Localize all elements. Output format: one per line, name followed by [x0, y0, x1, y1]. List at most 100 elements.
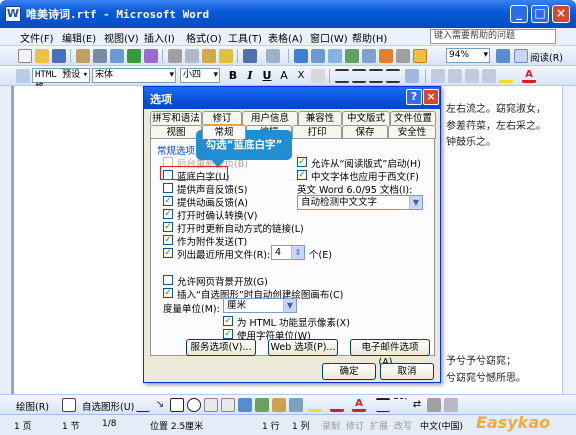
menu-file[interactable]: 文件(F): [20, 30, 54, 45]
justify-icon[interactable]: [335, 69, 349, 83]
vertical-scrollbar[interactable]: [562, 86, 576, 394]
font-size-select[interactable]: 小四: [180, 68, 220, 83]
menu-tools[interactable]: 工具(T): [228, 30, 262, 45]
recent-files-count[interactable]: 4 ⇕: [271, 245, 305, 260]
char-units-checkbox[interactable]: ✓: [223, 329, 233, 339]
tab-spelling[interactable]: 拼写和语法: [150, 111, 202, 125]
read-icon[interactable]: [514, 49, 528, 63]
cancel-button[interactable]: 取消: [380, 363, 434, 380]
open-folder-icon[interactable]: [35, 49, 49, 63]
bullets-icon[interactable]: [448, 69, 462, 83]
draw-font-color-icon[interactable]: A: [352, 398, 366, 412]
char-border-icon[interactable]: A: [277, 69, 291, 83]
arrow-icon[interactable]: ↘: [153, 398, 167, 412]
chevron-down-icon[interactable]: ▼: [409, 196, 422, 209]
line-icon[interactable]: [136, 398, 150, 412]
autoshapes-menu[interactable]: 自选图形(U): [82, 399, 134, 413]
confirm-conversion-checkbox[interactable]: ✓: [163, 209, 173, 219]
char-scale-icon[interactable]: X: [294, 69, 308, 83]
copy-icon[interactable]: [185, 49, 199, 63]
status-track[interactable]: 修订: [346, 419, 364, 432]
tab-security[interactable]: 安全性: [388, 125, 436, 139]
line-style-icon[interactable]: [376, 398, 390, 412]
send-as-attachment-checkbox[interactable]: ✓: [163, 235, 173, 245]
research-icon[interactable]: [144, 49, 158, 63]
print-preview-icon[interactable]: [110, 49, 124, 63]
tab-asian-typography[interactable]: 中文版式: [342, 111, 390, 125]
chinese-font-western-checkbox[interactable]: ✓: [297, 170, 307, 180]
menu-view[interactable]: 视图(V): [104, 30, 139, 45]
menu-help[interactable]: 帮助(H): [352, 30, 387, 45]
picture-icon[interactable]: [289, 398, 303, 412]
web-options-button[interactable]: Web 选项(P)...: [268, 339, 338, 356]
distributed-icon[interactable]: [386, 69, 400, 83]
wordart-icon[interactable]: [238, 398, 252, 412]
auto-canvas-checkbox[interactable]: ✓: [163, 288, 173, 298]
menu-edit[interactable]: 编辑(E): [62, 30, 96, 45]
diagram-icon[interactable]: [255, 398, 269, 412]
decrease-indent-icon[interactable]: [465, 69, 479, 83]
drawing-icon[interactable]: [379, 49, 393, 63]
dash-style-icon[interactable]: [393, 398, 407, 412]
minimize-button[interactable]: _: [510, 5, 528, 23]
help-search-input[interactable]: 键入需要帮助的问题: [430, 29, 556, 44]
fill-color-icon[interactable]: [308, 398, 322, 412]
line-color-icon[interactable]: [330, 398, 344, 412]
tab-view[interactable]: 视图: [150, 125, 202, 139]
chevron-down-icon[interactable]: ▼: [283, 299, 296, 312]
zoom-select[interactable]: 94%: [446, 48, 490, 63]
dialog-help-button[interactable]: ?: [406, 89, 422, 105]
menu-window[interactable]: 窗口(W): [310, 30, 348, 45]
bold-icon[interactable]: B: [226, 69, 240, 83]
highlight-icon[interactable]: [499, 69, 513, 83]
clipart-icon[interactable]: [272, 398, 286, 412]
style-select[interactable]: HTML 预设格: [32, 68, 90, 93]
arrow-style-icon[interactable]: ⇄: [410, 398, 424, 412]
email-options-button[interactable]: 电子邮件选项(A)...: [350, 339, 430, 368]
tab-track-changes[interactable]: 修订: [202, 111, 242, 125]
status-record[interactable]: 录制: [322, 419, 340, 432]
textbox-icon[interactable]: [204, 398, 218, 412]
allow-background-open-checkbox[interactable]: [163, 275, 173, 285]
columns-icon[interactable]: [362, 49, 376, 63]
dialog-close-button[interactable]: ×: [423, 89, 439, 105]
rectangle-icon[interactable]: [170, 398, 184, 412]
tab-compatibility[interactable]: 兼容性: [298, 111, 342, 125]
tab-general[interactable]: 常规: [202, 124, 246, 139]
numbering-icon[interactable]: [431, 69, 445, 83]
menu-insert[interactable]: 插入(I): [144, 30, 175, 45]
3d-icon[interactable]: [444, 398, 458, 412]
char-shading-icon[interactable]: [311, 69, 325, 83]
ok-button[interactable]: 确定: [322, 363, 376, 380]
animation-feedback-checkbox[interactable]: ✓: [163, 196, 173, 206]
print-icon[interactable]: [93, 49, 107, 63]
font-color-icon[interactable]: A: [522, 69, 536, 83]
spinner-icon[interactable]: ⇕: [291, 246, 304, 259]
cut-icon[interactable]: [168, 49, 182, 63]
font-select[interactable]: 宋体: [92, 68, 176, 83]
permission-icon[interactable]: [76, 49, 90, 63]
close-button[interactable]: ×: [552, 5, 570, 23]
measure-unit-select[interactable]: 厘米 ▼: [223, 298, 297, 313]
tab-file-locations[interactable]: 文件位置: [390, 111, 436, 125]
document-map-icon[interactable]: [396, 49, 410, 63]
shadow-icon[interactable]: [427, 398, 441, 412]
redo-icon[interactable]: [266, 49, 280, 63]
oval-icon[interactable]: [187, 398, 201, 412]
spelling-icon[interactable]: [127, 49, 141, 63]
undo-icon[interactable]: [243, 49, 257, 63]
recent-files-checkbox[interactable]: ✓: [163, 248, 173, 258]
help-icon[interactable]: [496, 49, 510, 63]
new-doc-icon[interactable]: [18, 49, 32, 63]
sound-feedback-checkbox[interactable]: [163, 183, 173, 193]
service-options-button[interactable]: 服务选项(V)...: [186, 339, 256, 356]
styles-icon[interactable]: [16, 69, 30, 83]
menu-format[interactable]: 格式(O): [186, 30, 222, 45]
word-app-icon[interactable]: W: [5, 6, 21, 22]
menu-table[interactable]: 表格(A): [268, 30, 303, 45]
format-painter-icon[interactable]: [219, 49, 233, 63]
paste-icon[interactable]: [202, 49, 216, 63]
html-pixels-checkbox[interactable]: ✓: [223, 316, 233, 326]
select-objects-icon[interactable]: [62, 398, 76, 412]
status-extend[interactable]: 扩展: [370, 419, 388, 432]
